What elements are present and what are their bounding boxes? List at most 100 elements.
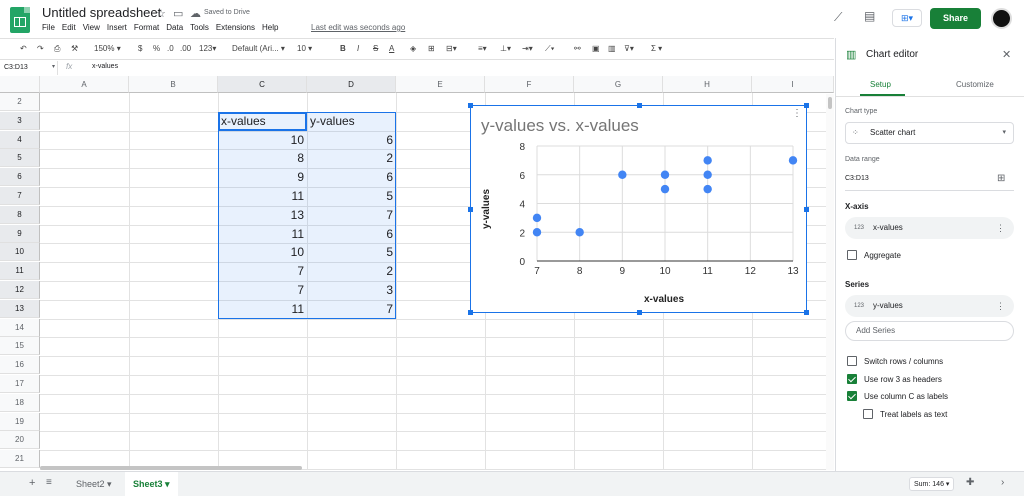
- resize-handle-n[interactable]: [637, 103, 642, 108]
- column-header-i[interactable]: I: [752, 76, 834, 93]
- menu-tools[interactable]: Tools: [190, 23, 209, 32]
- row-header-4[interactable]: 4: [0, 130, 40, 149]
- row-header-16[interactable]: 16: [0, 356, 40, 375]
- series-chip[interactable]: 123 y-values ⋮: [845, 295, 1014, 317]
- scatter-chart[interactable]: y-values vs. x-values y-values x-values …: [468, 103, 809, 315]
- vertical-scroll-thumb[interactable]: [828, 97, 832, 109]
- use-row-headers-checkbox[interactable]: [847, 374, 857, 384]
- resize-handle-s[interactable]: [637, 310, 642, 315]
- add-sheet-icon[interactable]: +: [29, 477, 35, 489]
- scatter-point[interactable]: [703, 156, 712, 165]
- cell-c5[interactable]: 8: [218, 149, 307, 167]
- cell-c6[interactable]: 9: [218, 168, 307, 186]
- select-range-icon[interactable]: ⊞: [997, 173, 1005, 184]
- insert-link-icon[interactable]: ⚯: [574, 44, 581, 53]
- row-header-5[interactable]: 5: [0, 149, 40, 168]
- row-header-19[interactable]: 19: [0, 412, 40, 431]
- menu-format[interactable]: Format: [134, 23, 159, 32]
- cell-c9[interactable]: 11: [218, 225, 307, 243]
- cell-d4[interactable]: 6: [307, 131, 396, 149]
- cell-d7[interactable]: 5: [307, 187, 396, 205]
- avatar[interactable]: [991, 8, 1012, 29]
- row-header-3[interactable]: 3: [0, 111, 40, 130]
- star-icon[interactable]: ☆: [156, 7, 166, 20]
- column-header-h[interactable]: H: [663, 76, 752, 93]
- treat-labels-text-checkbox[interactable]: [863, 409, 873, 419]
- menu-data[interactable]: Data: [166, 23, 183, 32]
- percent-format-button[interactable]: %: [153, 44, 160, 53]
- text-color-button[interactable]: A: [389, 44, 394, 53]
- column-header-d[interactable]: D: [307, 76, 396, 93]
- move-folder-icon[interactable]: ▭: [173, 7, 183, 20]
- increase-decimal-button[interactable]: .00: [180, 44, 191, 53]
- cell-d11[interactable]: 2: [307, 262, 396, 280]
- decrease-decimal-button[interactable]: .0: [167, 44, 174, 53]
- select-all-corner[interactable]: [0, 76, 40, 93]
- row-header-12[interactable]: 12: [0, 281, 40, 299]
- insert-chart-icon[interactable]: ▥: [608, 44, 616, 53]
- more-options-icon[interactable]: ⋮: [996, 295, 1005, 317]
- row-header-11[interactable]: 11: [0, 262, 40, 281]
- explore-icon[interactable]: ✚: [966, 477, 974, 488]
- column-header-e[interactable]: E: [396, 76, 485, 93]
- scatter-point[interactable]: [532, 228, 542, 237]
- fill-color-icon[interactable]: ◈: [410, 44, 416, 53]
- aggregate-checkbox[interactable]: [847, 250, 857, 260]
- row-header-17[interactable]: 17: [0, 375, 40, 393]
- column-header-b[interactable]: B: [129, 76, 218, 93]
- last-edit-link[interactable]: Last edit was seconds ago: [311, 23, 405, 32]
- scatter-point[interactable]: [618, 170, 627, 179]
- more-formats-select[interactable]: 123▾: [199, 44, 216, 53]
- resize-handle-e[interactable]: [804, 207, 809, 212]
- row-header-8[interactable]: 8: [0, 205, 40, 224]
- merge-cells-icon[interactable]: ⊟▾: [446, 44, 457, 53]
- menu-edit[interactable]: Edit: [62, 23, 76, 32]
- row-header-21[interactable]: 21: [0, 450, 40, 469]
- zoom-select[interactable]: 150% ▾: [94, 44, 121, 53]
- print-icon[interactable]: ⎙: [54, 44, 60, 54]
- x-axis-chip[interactable]: 123 x-values ⋮: [845, 217, 1014, 239]
- scatter-point[interactable]: [532, 213, 542, 223]
- cell-d6[interactable]: 6: [307, 168, 396, 186]
- vertical-align-icon[interactable]: ⊥▾: [500, 44, 511, 53]
- row-header-9[interactable]: 9: [0, 224, 40, 243]
- switch-rows-columns-checkbox[interactable]: [847, 356, 857, 366]
- cell-d13[interactable]: 7: [307, 300, 396, 318]
- chart-title[interactable]: y-values vs. x-values: [481, 116, 639, 135]
- resize-handle-w[interactable]: [468, 207, 473, 212]
- scatter-point[interactable]: [788, 156, 798, 165]
- filter-icon[interactable]: ⊽▾: [624, 44, 634, 53]
- chart-type-select[interactable]: ⁘ Scatter chart ▾: [845, 122, 1014, 144]
- data-range-input[interactable]: C3:D13: [845, 175, 869, 182]
- paint-format-icon[interactable]: ⚒: [71, 44, 78, 53]
- resize-handle-sw[interactable]: [468, 310, 473, 315]
- document-title[interactable]: Untitled spreadsheet: [42, 5, 161, 20]
- resize-handle-nw[interactable]: [468, 103, 473, 108]
- text-rotation-icon[interactable]: ⟋▾: [545, 44, 555, 54]
- chart-more-icon[interactable]: ⋮: [792, 108, 802, 119]
- cell-d8[interactable]: 7: [307, 206, 396, 224]
- formula-input[interactable]: x-values: [92, 63, 118, 70]
- redo-icon[interactable]: ↷: [37, 44, 44, 53]
- cell-c11[interactable]: 7: [218, 262, 307, 280]
- all-sheets-icon[interactable]: ≡: [46, 477, 52, 488]
- horizontal-scroll-thumb[interactable]: [40, 466, 302, 470]
- scatter-point[interactable]: [575, 228, 584, 237]
- x-axis-label[interactable]: x-values: [644, 294, 684, 305]
- sheet-tab-sheet3[interactable]: Sheet3 ▾: [125, 472, 178, 496]
- text-wrap-icon[interactable]: ⇥▾: [522, 44, 533, 53]
- menu-help[interactable]: Help: [262, 23, 278, 32]
- cell-c4[interactable]: 10: [218, 131, 307, 149]
- strikethrough-button[interactable]: S: [373, 44, 378, 53]
- menu-insert[interactable]: Insert: [107, 23, 127, 32]
- present-button[interactable]: ⊞▾: [892, 9, 922, 27]
- scatter-point[interactable]: [703, 170, 712, 179]
- scatter-point[interactable]: [660, 184, 670, 194]
- close-icon[interactable]: ✕: [1002, 48, 1011, 61]
- font-size-select[interactable]: 10 ▾: [297, 44, 312, 53]
- row-header-7[interactable]: 7: [0, 187, 40, 205]
- row-header-2[interactable]: 2: [0, 93, 40, 111]
- horizontal-align-icon[interactable]: ≡▾: [478, 44, 487, 53]
- active-cell[interactable]: [218, 111, 307, 131]
- row-header-15[interactable]: 15: [0, 337, 40, 356]
